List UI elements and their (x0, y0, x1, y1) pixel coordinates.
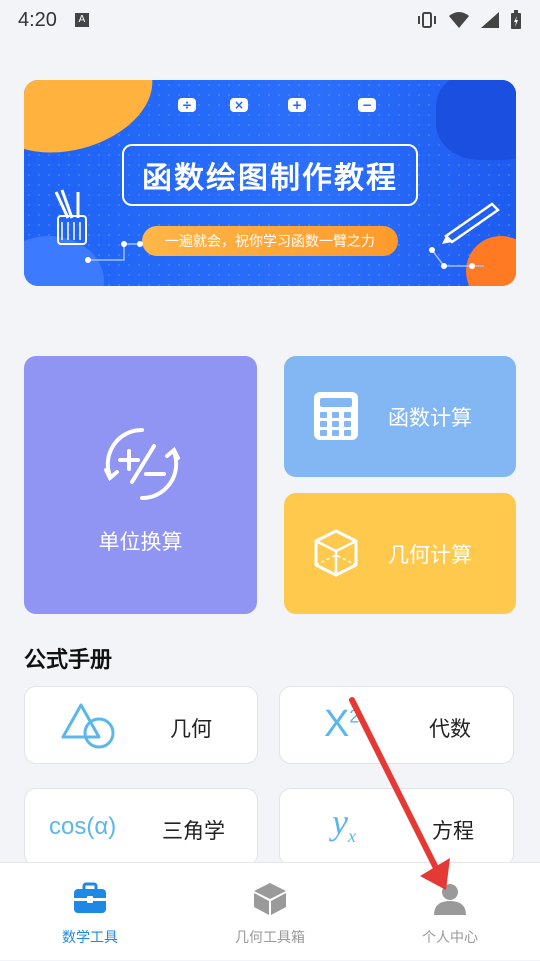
formula-trig-card[interactable]: cos(α) 三角学 (24, 788, 258, 866)
notification-icon: A (74, 13, 89, 27)
divide-icon: ÷ (178, 98, 196, 112)
tab-geometry-toolbox[interactable]: 几何工具箱 (180, 863, 360, 961)
triangle-circle-icon (61, 703, 115, 749)
banner-title: 函数绘图制作教程 (122, 144, 418, 206)
bottom-tab-bar: 数学工具 几何工具箱 个人中心 (0, 862, 540, 960)
plus-icon: + (288, 98, 306, 112)
y-x-icon: yx (332, 801, 356, 847)
formula-geometry-card[interactable]: 几何 (24, 686, 258, 764)
banner-subtitle: 一遍就会，祝你学习函数一臂之力 (142, 226, 398, 256)
x-squared-base: X (324, 703, 350, 745)
function-calc-label: 函数计算 (388, 406, 472, 430)
y-x-base: y (332, 802, 348, 842)
line-node-decor-2 (429, 247, 484, 269)
x-squared-icon: X2 (324, 703, 359, 746)
geometry-calc-card[interactable]: 几何计算 (284, 493, 516, 614)
signal-icon (481, 12, 499, 28)
status-right (416, 10, 522, 30)
formula-equation-label: 方程 (432, 819, 474, 843)
geometry-calc-label: 几何计算 (388, 543, 472, 567)
status-time: 4:20 (18, 8, 57, 31)
toolbox-icon (74, 882, 106, 913)
formula-algebra-label: 代数 (429, 717, 471, 741)
x-squared-exp: 2 (349, 706, 360, 727)
pencil-icon (442, 202, 500, 244)
battery-icon (511, 10, 521, 29)
line-node-decor (85, 241, 143, 263)
person-icon (434, 884, 466, 915)
cube-icon (254, 883, 286, 915)
y-x-sub: x (347, 826, 356, 847)
status-bar: 4:20 A (0, 0, 540, 40)
unit-conversion-card[interactable]: 单位换算 (24, 356, 257, 614)
multiply-icon: × (230, 98, 248, 112)
calculator-icon (314, 392, 358, 440)
wifi-icon (449, 12, 469, 28)
tab-math-tools-label: 数学工具 (62, 930, 118, 946)
cos-alpha-icon: cos(α) (49, 813, 117, 840)
formula-geometry-label: 几何 (170, 717, 212, 741)
tab-personal-center[interactable]: 个人中心 (360, 863, 540, 961)
tab-math-tools[interactable]: 数学工具 (0, 863, 180, 961)
tab-geometry-toolbox-label: 几何工具箱 (235, 930, 305, 946)
vibrate-icon (418, 12, 436, 28)
plus-minus-cycle-icon (104, 427, 180, 501)
function-calc-card[interactable]: 函数计算 (284, 356, 516, 477)
formula-algebra-card[interactable]: X2 代数 (279, 686, 514, 764)
formula-section-title: 公式手册 (24, 648, 113, 673)
unit-conversion-label: 单位换算 (98, 530, 183, 554)
banner-decor-blue (436, 80, 516, 160)
tab-personal-center-label: 个人中心 (422, 930, 478, 946)
formula-trig-label: 三角学 (162, 819, 225, 843)
cube-outline-icon (314, 529, 358, 577)
formula-equation-card[interactable]: yx 方程 (279, 788, 514, 866)
tutorial-banner[interactable]: ÷ × + − 函数绘图制作教程 一遍就会，祝你学习函数一臂之力 (24, 80, 516, 286)
minus-icon: − (358, 98, 376, 112)
